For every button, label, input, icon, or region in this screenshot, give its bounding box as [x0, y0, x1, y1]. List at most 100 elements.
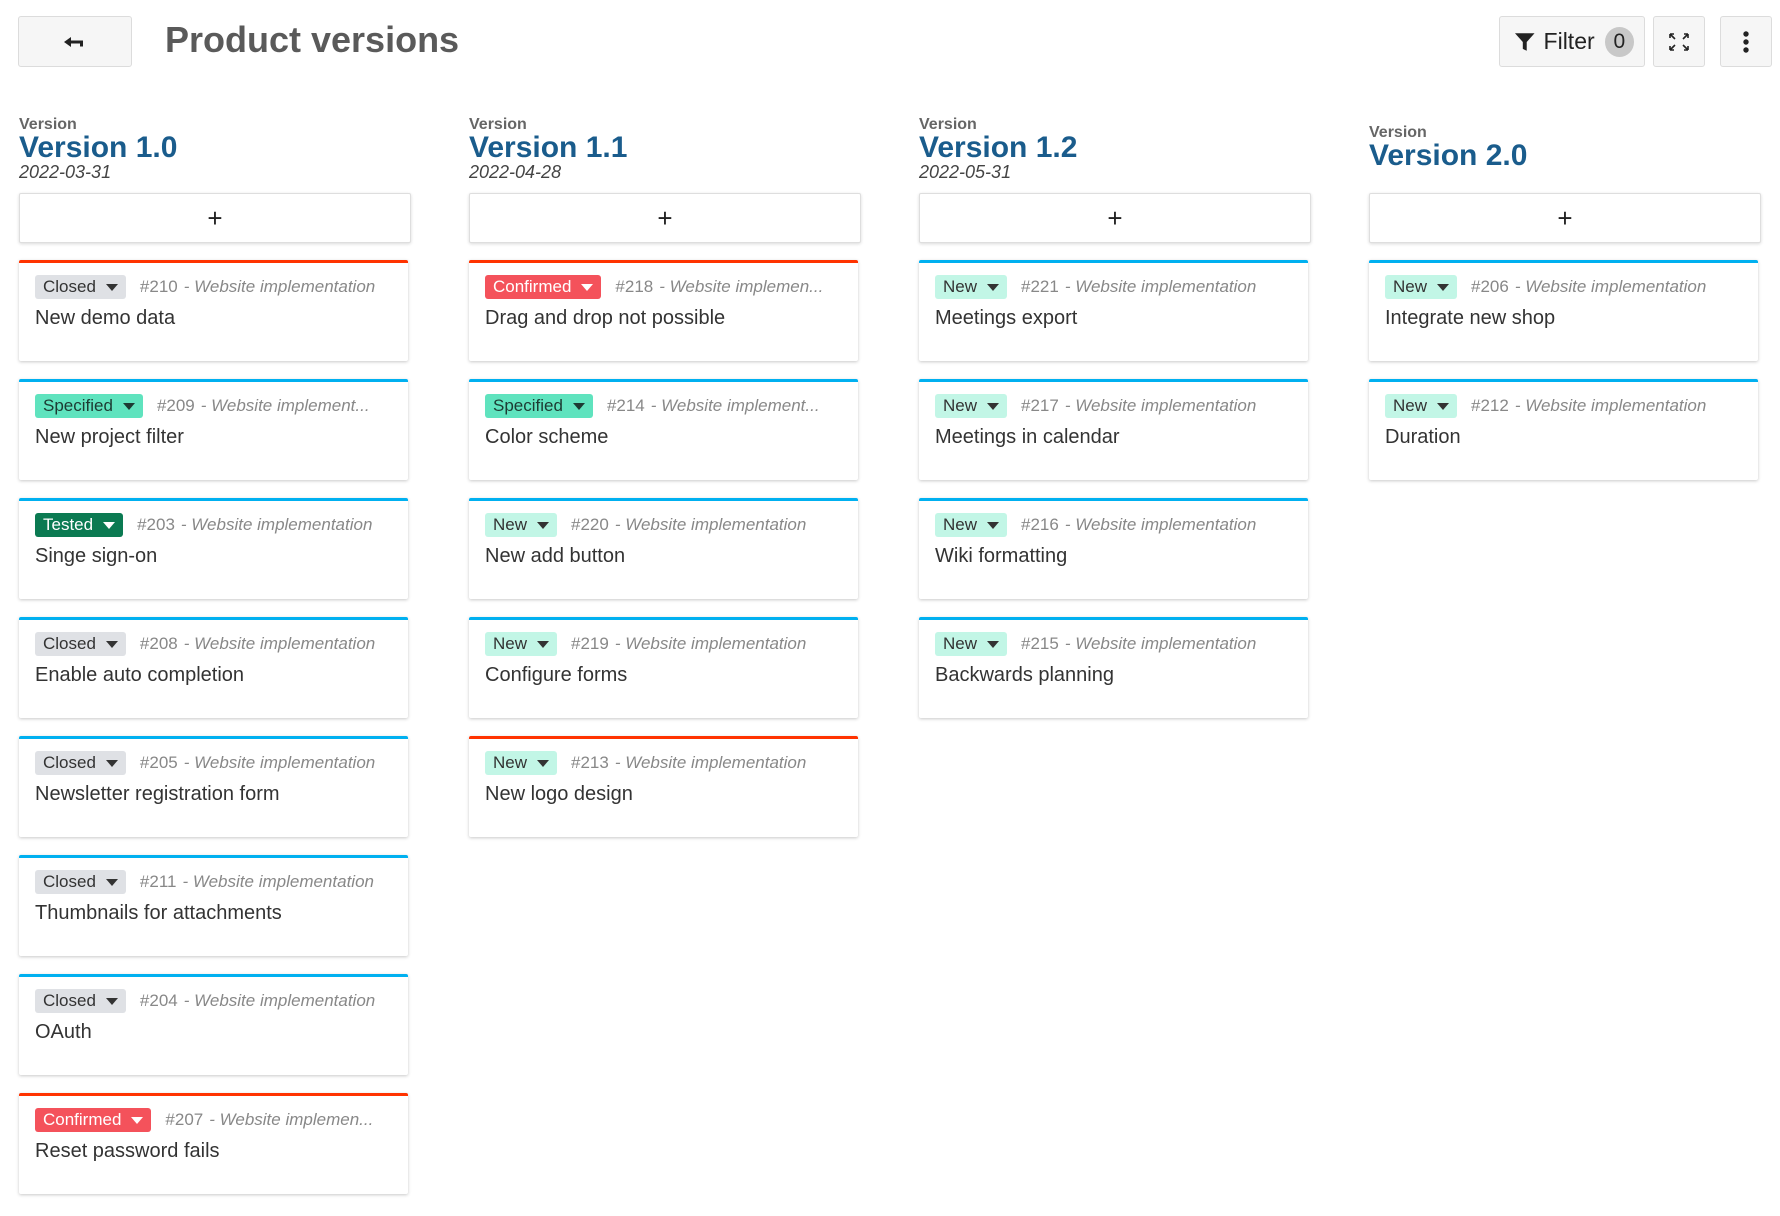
more-options-button[interactable]	[1720, 16, 1772, 67]
work-package-id[interactable]: #219	[571, 634, 609, 654]
status-dropdown[interactable]: Specified	[485, 394, 593, 418]
status-dropdown[interactable]: Closed	[35, 870, 126, 894]
work-package-subject[interactable]: Newsletter registration form	[35, 783, 280, 806]
work-package-id[interactable]: #208	[140, 634, 178, 654]
work-package-subject[interactable]: Integrate new shop	[1385, 307, 1555, 330]
work-package-id[interactable]: #206	[1471, 277, 1509, 297]
status-dropdown[interactable]: Confirmed	[35, 1108, 152, 1132]
work-package-card[interactable]: Closed #211 - Website implementation Thu…	[19, 855, 408, 956]
card-meta: New #213 - Website implementation	[485, 751, 845, 775]
work-package-card[interactable]: Closed #205 - Website implementation New…	[19, 736, 408, 837]
work-package-card[interactable]: New #220 - Website implementation New ad…	[469, 498, 858, 599]
add-work-package-button[interactable]: +	[1369, 193, 1761, 243]
work-package-card[interactable]: New #219 - Website implementation Config…	[469, 617, 858, 718]
work-package-subject[interactable]: Thumbnails for attachments	[35, 902, 282, 925]
work-package-subject[interactable]: Meetings in calendar	[935, 426, 1120, 449]
version-title-link[interactable]: Version 1.0	[19, 131, 177, 165]
work-package-card[interactable]: New #221 - Website implementation Meetin…	[919, 260, 1308, 361]
work-package-id[interactable]: #203	[137, 515, 175, 535]
work-package-card[interactable]: New #206 - Website implementation Integr…	[1369, 260, 1758, 361]
work-package-card[interactable]: New #215 - Website implementation Backwa…	[919, 617, 1308, 718]
work-package-id[interactable]: #204	[140, 991, 178, 1011]
work-package-card[interactable]: New #212 - Website implementation Durati…	[1369, 379, 1758, 480]
work-package-card[interactable]: Closed #210 - Website implementation New…	[19, 260, 408, 361]
work-package-card[interactable]: Closed #204 - Website implementation OAu…	[19, 974, 408, 1075]
status-dropdown[interactable]: Specified	[35, 394, 143, 418]
work-package-subject[interactable]: New add button	[485, 545, 625, 568]
caret-down-icon	[105, 759, 118, 767]
status-label: New	[943, 396, 978, 415]
work-package-id[interactable]: #211	[140, 872, 177, 892]
status-label: Specified	[43, 396, 113, 415]
work-package-card[interactable]: Closed #208 - Website implementation Ena…	[19, 617, 408, 718]
project-name: - Website implementation	[183, 634, 376, 653]
work-package-subject[interactable]: Color scheme	[485, 426, 608, 449]
work-package-subject[interactable]: Duration	[1385, 426, 1461, 449]
work-package-subject[interactable]: Enable auto completion	[35, 664, 244, 687]
work-package-subject[interactable]: Drag and drop not possible	[485, 307, 725, 330]
work-package-card[interactable]: Specified #209 - Website implement... Ne…	[19, 379, 408, 480]
work-package-card[interactable]: Tested #203 - Website implementation Sin…	[19, 498, 408, 599]
version-title-link[interactable]: Version 1.1	[469, 131, 627, 165]
work-package-id[interactable]: #217	[1021, 396, 1059, 416]
work-package-id[interactable]: #207	[165, 1110, 203, 1130]
version-title-link[interactable]: Version 2.0	[1369, 139, 1527, 173]
status-label: New	[943, 634, 978, 653]
status-dropdown[interactable]: Confirmed	[485, 275, 602, 299]
work-package-id[interactable]: #216	[1021, 515, 1059, 535]
caret-down-icon	[105, 878, 118, 886]
add-work-package-button[interactable]: +	[469, 193, 861, 243]
work-package-subject[interactable]: Configure forms	[485, 664, 627, 687]
work-package-id[interactable]: #210	[140, 277, 178, 297]
status-dropdown[interactable]: Tested	[35, 513, 124, 537]
status-dropdown[interactable]: New	[935, 275, 1008, 299]
work-package-subject[interactable]: Reset password fails	[35, 1140, 220, 1163]
work-package-card[interactable]: Specified #214 - Website implement... Co…	[469, 379, 858, 480]
status-dropdown[interactable]: New	[485, 513, 558, 537]
work-package-id[interactable]: #220	[571, 515, 609, 535]
status-dropdown[interactable]: Closed	[35, 751, 126, 775]
status-dropdown[interactable]: New	[935, 394, 1008, 418]
add-work-package-button[interactable]: +	[19, 193, 411, 243]
status-dropdown[interactable]: New	[1385, 275, 1458, 299]
status-dropdown[interactable]: New	[935, 513, 1008, 537]
status-dropdown[interactable]: New	[935, 632, 1008, 656]
work-package-id[interactable]: #214	[607, 396, 645, 416]
status-label: Confirmed	[493, 277, 572, 296]
work-package-id[interactable]: #213	[571, 753, 609, 773]
status-dropdown[interactable]: New	[485, 632, 558, 656]
work-package-subject[interactable]: New project filter	[35, 426, 184, 449]
filter-button[interactable]: Filter 0	[1499, 16, 1645, 67]
work-package-card[interactable]: New #216 - Website implementation Wiki f…	[919, 498, 1308, 599]
work-package-id[interactable]: #209	[157, 396, 195, 416]
status-dropdown[interactable]: New	[1385, 394, 1458, 418]
add-work-package-button[interactable]: +	[919, 193, 1311, 243]
work-package-card[interactable]: New #213 - Website implementation New lo…	[469, 736, 858, 837]
work-package-subject[interactable]: Singe sign-on	[35, 545, 157, 568]
work-package-card[interactable]: New #217 - Website implementation Meetin…	[919, 379, 1308, 480]
project-name: - Website implementation	[1064, 396, 1257, 415]
work-package-card[interactable]: Confirmed #207 - Website implemen... Res…	[19, 1093, 408, 1194]
work-package-id[interactable]: #215	[1021, 634, 1059, 654]
project-name: - Website implementation	[1064, 634, 1257, 653]
status-dropdown[interactable]: Closed	[35, 632, 126, 656]
card-meta: Tested #203 - Website implementation	[35, 513, 395, 537]
work-package-id[interactable]: #212	[1471, 396, 1509, 416]
work-package-subject[interactable]: New logo design	[485, 783, 633, 806]
work-package-subject[interactable]: New demo data	[35, 307, 175, 330]
status-dropdown[interactable]: Closed	[35, 275, 126, 299]
work-package-subject[interactable]: Backwards planning	[935, 664, 1114, 687]
status-dropdown[interactable]: New	[485, 751, 558, 775]
work-package-id[interactable]: #205	[140, 753, 178, 773]
status-dropdown[interactable]: Closed	[35, 989, 126, 1013]
work-package-subject[interactable]: Wiki formatting	[935, 545, 1067, 568]
work-package-subject[interactable]: OAuth	[35, 1021, 92, 1044]
work-package-id[interactable]: #221	[1021, 277, 1059, 297]
back-button[interactable]	[18, 16, 132, 67]
version-title-link[interactable]: Version 1.2	[919, 131, 1077, 165]
work-package-id[interactable]: #218	[615, 277, 653, 297]
fullscreen-button[interactable]	[1653, 16, 1705, 67]
work-package-subject[interactable]: Meetings export	[935, 307, 1077, 330]
work-package-card[interactable]: Confirmed #218 - Website implemen... Dra…	[469, 260, 858, 361]
caret-down-icon	[105, 640, 118, 648]
